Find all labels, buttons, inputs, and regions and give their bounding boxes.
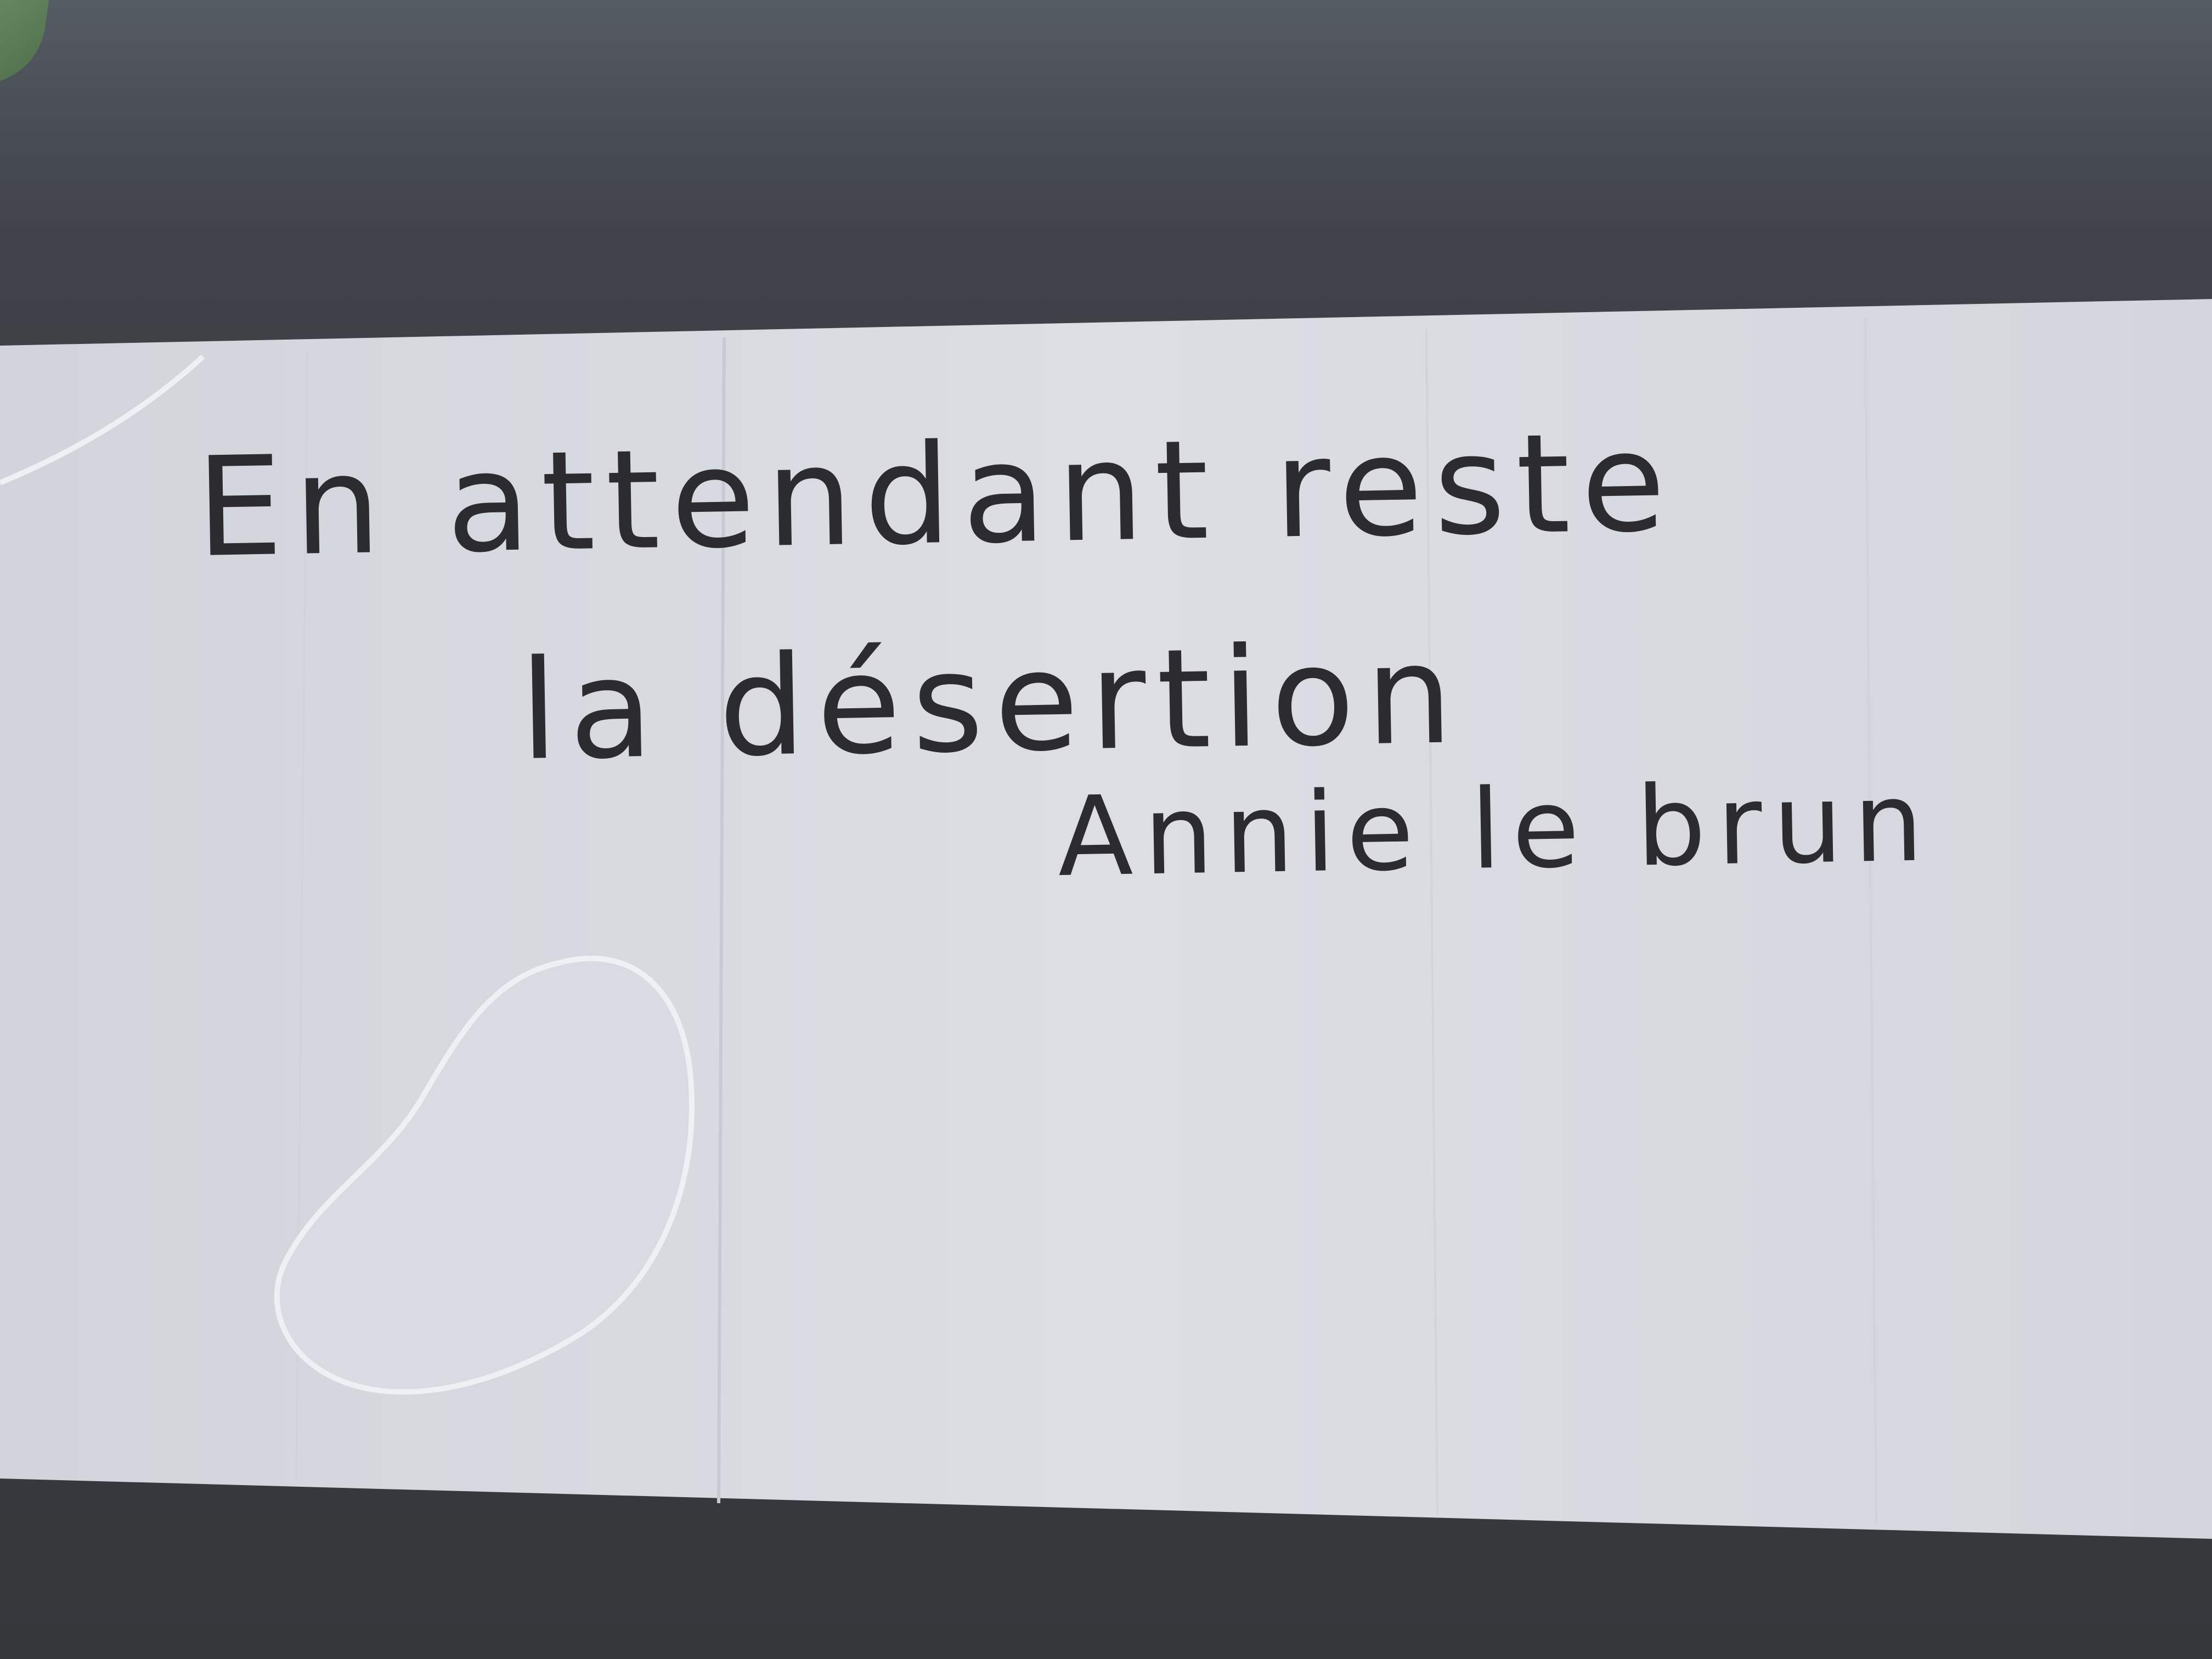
handwriting-line-2: la désertion — [518, 614, 1465, 791]
photo-scene: En attendant reste la désertion Annie le… — [0, 0, 2212, 1659]
handwriting-line-1: En attendant reste — [194, 402, 1678, 588]
handwritten-text: En attendant reste la désertion Annie le… — [0, 0, 2212, 1659]
handwriting-signature: Annie le brun — [1056, 758, 1936, 901]
